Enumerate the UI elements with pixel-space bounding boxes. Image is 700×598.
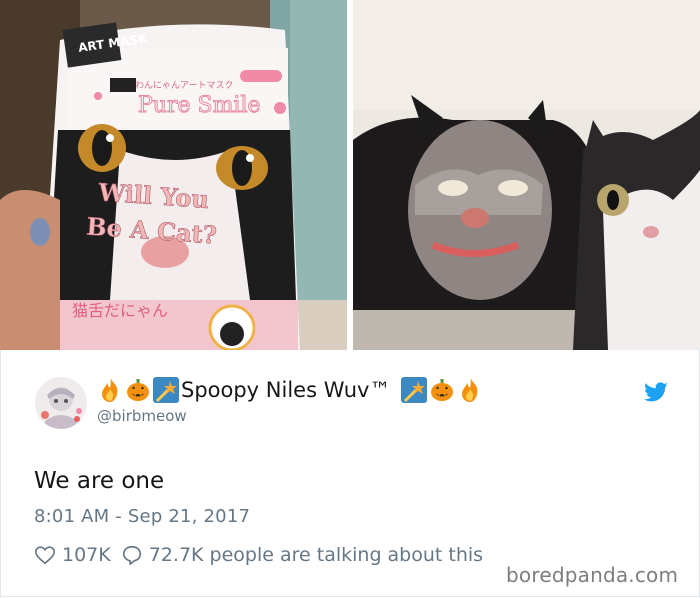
jack-o-lantern-icon <box>429 377 455 403</box>
display-name-text: Spoopy Niles Wuv™ <box>181 378 391 402</box>
shooting-star-icon <box>153 377 179 403</box>
user-handle[interactable]: @birbmeow <box>97 407 187 425</box>
tweet-card: Spoopy Niles Wuv™ @birbmeow We are one 8… <box>0 350 700 597</box>
watermark: boredpanda.com <box>506 563 679 587</box>
photo-collage: ART MASK わんにゃんアートマスク Pure Smile Will You… <box>0 0 700 350</box>
shooting-star-icon <box>401 377 428 403</box>
mask-package-photo: ART MASK わんにゃんアートマスク Pure Smile Will You… <box>0 0 347 350</box>
tweet-actions: 107K 72.7K people are talking about this <box>34 541 483 569</box>
heart-icon[interactable] <box>34 544 56 566</box>
jack-o-lantern-icon <box>125 377 151 403</box>
fire-icon <box>457 377 483 403</box>
package-product: Pure Smile <box>138 93 261 118</box>
twitter-bird-icon[interactable] <box>644 380 668 404</box>
package-subtitle: わんにゃんアートマスク <box>135 80 233 91</box>
speech-bubble-icon[interactable] <box>121 544 143 566</box>
selfie-with-cat-photo <box>353 0 700 350</box>
tweet-text: We are one <box>34 468 165 494</box>
display-name[interactable]: Spoopy Niles Wuv™ <box>97 375 485 405</box>
conversation-count[interactable]: 72.7K people are talking about this <box>149 544 483 566</box>
like-count[interactable]: 107K <box>62 544 111 566</box>
fire-icon <box>97 377 123 403</box>
tweet-timestamp[interactable]: 8:01 AM - Sep 21, 2017 <box>34 506 250 527</box>
package-japanese: 猫舌だにゃん <box>72 301 168 320</box>
avatar[interactable] <box>35 377 87 429</box>
